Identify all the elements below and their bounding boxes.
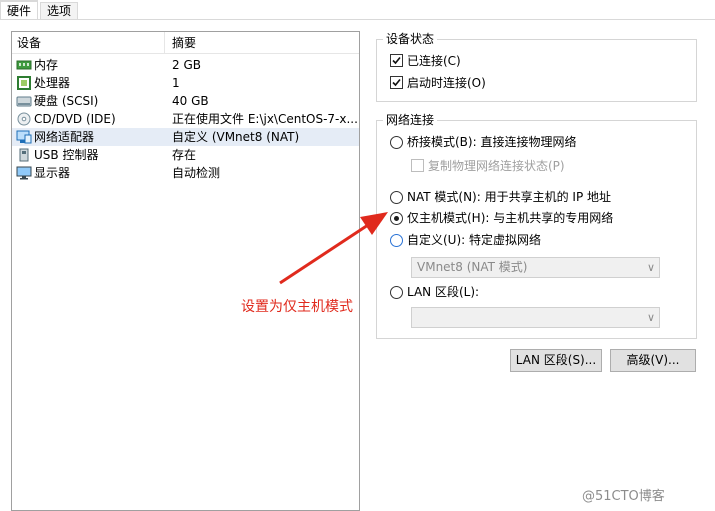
tab-hardware[interactable]: 硬件	[0, 0, 38, 20]
hard-disk-icon	[16, 94, 32, 108]
device-name: CD/DVD (IDE)	[34, 112, 116, 126]
device-summary: 40 GB	[172, 94, 209, 108]
checkmark-icon	[392, 56, 401, 65]
device-name: 网络适配器	[34, 130, 95, 144]
device-summary: 存在	[172, 148, 197, 162]
column-header-summary[interactable]: 摘要	[165, 32, 360, 54]
device-name: 内存	[34, 58, 59, 72]
custom-network-select[interactable]: VMnet8 (NAT 模式) ∨	[411, 257, 660, 278]
network-adapter-icon	[16, 130, 32, 144]
device-name: 显示器	[34, 166, 71, 180]
device-status-group: 设备状态 已连接(C) 启动时连接(O)	[376, 32, 697, 102]
tab-bar: 硬件 选项	[0, 0, 715, 20]
device-summary: 自动检测	[172, 166, 221, 180]
bridged-radio[interactable]	[390, 136, 403, 149]
lan-segments-button[interactable]: LAN 区段(S)...	[510, 349, 602, 372]
chevron-down-icon: ∨	[646, 311, 655, 324]
memory-icon	[16, 58, 32, 72]
connected-checkbox[interactable]	[390, 54, 403, 67]
connected-label[interactable]: 已连接(C)	[407, 53, 461, 69]
connect-at-power-on-checkbox[interactable]	[390, 76, 403, 89]
device-name: 处理器	[34, 76, 71, 90]
custom-label[interactable]: 自定义(U): 特定虚拟网络	[407, 232, 541, 248]
annotation-text: 设置为仅主机模式	[241, 299, 353, 315]
annotation-arrow-icon	[279, 212, 388, 285]
device-name: 硬盘 (SCSI)	[34, 94, 99, 108]
device-row-display[interactable]: 显示器 自动检测	[12, 164, 359, 182]
nat-radio[interactable]	[390, 191, 403, 204]
tab-options[interactable]: 选项	[40, 2, 78, 20]
device-summary: 2 GB	[172, 58, 201, 72]
cd-dvd-icon	[16, 112, 32, 126]
advanced-button[interactable]: 高级(V)...	[610, 349, 696, 372]
device-row-memory[interactable]: 内存 2 GB	[12, 56, 359, 74]
device-summary: 自定义 (VMnet8 (NAT)	[172, 130, 300, 144]
nat-label[interactable]: NAT 模式(N): 用于共享主机的 IP 地址	[407, 189, 611, 205]
device-summary: 正在使用文件 E:\jx\CentOS-7-x...	[172, 112, 357, 126]
replicate-state-checkbox[interactable]	[411, 159, 424, 172]
device-list-header: 设备 摘要	[12, 32, 359, 54]
device-name: USB 控制器	[34, 148, 99, 162]
watermark: @51CTO博客	[582, 489, 665, 504]
processor-icon	[16, 76, 32, 90]
lan-segment-label[interactable]: LAN 区段(L):	[407, 284, 479, 300]
device-row-processor[interactable]: 处理器 1	[12, 74, 359, 92]
device-status-title: 设备状态	[383, 32, 438, 46]
tab-panel-border	[0, 19, 715, 20]
usb-icon	[16, 148, 32, 162]
device-row-hard-disk[interactable]: 硬盘 (SCSI) 40 GB	[12, 92, 359, 110]
network-connection-title: 网络连接	[383, 113, 438, 127]
checkmark-icon	[392, 78, 401, 87]
device-row-cd-dvd[interactable]: CD/DVD (IDE) 正在使用文件 E:\jx\CentOS-7-x...	[12, 110, 359, 128]
replicate-state-label[interactable]: 复制物理网络连接状态(P)	[428, 158, 565, 174]
custom-network-value: VMnet8 (NAT 模式)	[417, 260, 528, 274]
column-header-device[interactable]: 设备	[12, 32, 165, 54]
lan-segment-select[interactable]: ∨	[411, 307, 660, 328]
device-row-network-adapter[interactable]: 网络适配器 自定义 (VMnet8 (NAT)	[12, 128, 359, 146]
network-connection-group: 网络连接 桥接模式(B): 直接连接物理网络 复制物理网络连接状态(P) NAT…	[376, 113, 697, 339]
chevron-down-icon: ∨	[646, 261, 655, 274]
device-summary: 1	[172, 76, 180, 90]
connect-at-power-on-label[interactable]: 启动时连接(O)	[407, 75, 486, 91]
host-only-label[interactable]: 仅主机模式(H): 与主机共享的专用网络	[407, 210, 613, 226]
bridged-label[interactable]: 桥接模式(B): 直接连接物理网络	[407, 134, 576, 150]
device-row-usb-controller[interactable]: USB 控制器 存在	[12, 146, 359, 164]
monitor-icon	[16, 166, 32, 180]
